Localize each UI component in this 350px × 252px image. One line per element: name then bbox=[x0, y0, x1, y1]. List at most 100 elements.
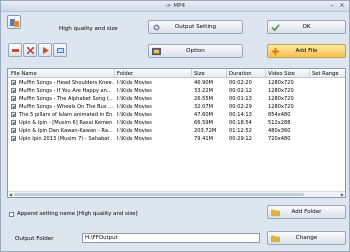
table-row[interactable]: Muffin Songs - The Alphabet Song (... I:\… bbox=[8, 95, 345, 103]
preview-tool-button[interactable] bbox=[53, 43, 67, 57]
remove-tool-button[interactable] bbox=[8, 43, 22, 57]
cell-folder: I:\Kids Movies bbox=[117, 112, 152, 118]
row-checkbox[interactable] bbox=[11, 96, 16, 101]
output-folder-label: Output Folder bbox=[15, 236, 54, 242]
cell-video-size: 1280x720 bbox=[268, 104, 294, 110]
row-checkbox[interactable] bbox=[11, 136, 16, 141]
cell-video-size: 1280x720 bbox=[268, 96, 294, 102]
window-title: -> MP4 bbox=[164, 3, 186, 9]
output-setting-button[interactable]: Output Setting bbox=[148, 20, 243, 34]
quality-label: High quality and size bbox=[59, 26, 118, 32]
horizontal-scrollbar[interactable]: ◀ ▶ bbox=[8, 191, 345, 197]
cell-folder: I:\Kids Movies bbox=[117, 80, 152, 86]
col-file-name[interactable]: File Name bbox=[11, 71, 37, 77]
scroll-right-icon[interactable]: ▶ bbox=[341, 192, 344, 197]
cell-size: 66.59M bbox=[194, 120, 213, 126]
cell-duration: 00:14:13 bbox=[229, 112, 252, 118]
preview-icon bbox=[57, 48, 64, 53]
remove-icon bbox=[12, 49, 19, 52]
cell-size: 33.22M bbox=[194, 88, 213, 94]
cell-duration: 00:02:20 bbox=[229, 80, 252, 86]
cell-video-size: 1280x720 bbox=[268, 88, 294, 94]
change-label: Change bbox=[295, 235, 318, 241]
cell-duration: 00:18:54 bbox=[229, 120, 252, 126]
cell-file-name: The 5 pillars of Islam animated in En... bbox=[19, 112, 113, 118]
cell-folder: I:\Kids Movies bbox=[117, 128, 152, 134]
play-tool-button[interactable] bbox=[38, 43, 52, 57]
minimize-icon[interactable]: – bbox=[328, 2, 336, 10]
option-label: Option bbox=[186, 48, 205, 54]
table-row[interactable]: Upin Ipin 2013 (Musim 7) - Sahabat ... I:… bbox=[8, 135, 345, 143]
clear-tool-button[interactable] bbox=[23, 43, 37, 57]
col-duration[interactable]: Duration bbox=[229, 71, 252, 77]
table-row[interactable]: Upin & Ipin Dan Kawan-Kawan - Ra... I:\Ki… bbox=[8, 127, 345, 135]
cell-folder: I:\Kids Movies bbox=[117, 96, 152, 102]
col-video-size[interactable]: Video Size bbox=[268, 71, 295, 77]
play-icon bbox=[43, 47, 49, 54]
row-checkbox[interactable] bbox=[11, 88, 16, 93]
cell-duration: 01:12:52 bbox=[229, 128, 252, 134]
add-file-button[interactable]: Add File bbox=[267, 44, 346, 58]
cell-video-size: 1280x720 bbox=[268, 80, 294, 86]
cell-size: 203.72M bbox=[194, 128, 217, 134]
row-checkbox[interactable] bbox=[11, 128, 16, 133]
cell-size: 46.90M bbox=[194, 80, 213, 86]
option-icon bbox=[152, 47, 161, 56]
row-checkbox[interactable] bbox=[11, 120, 16, 125]
col-size[interactable]: Size bbox=[194, 71, 205, 77]
folder-open-icon bbox=[271, 235, 280, 243]
checkbox-icon[interactable] bbox=[9, 211, 14, 217]
cell-size: 79.41M bbox=[194, 136, 213, 142]
cell-video-size: 720x480 bbox=[268, 136, 291, 142]
option-button[interactable]: Option bbox=[148, 44, 243, 58]
row-checkbox[interactable] bbox=[11, 80, 16, 85]
title-bar: -> MP4 – × bbox=[1, 1, 349, 12]
file-table: File Name Folder Size Duration Video Siz… bbox=[7, 68, 346, 198]
cell-video-size: 480x360 bbox=[268, 128, 291, 134]
table-header: File Name Folder Size Duration Video Siz… bbox=[8, 69, 345, 78]
cell-folder: I:\Kids Movies bbox=[117, 136, 152, 142]
cell-file-name: Upin & Ipin Dan Kawan-Kawan - Ra... bbox=[19, 128, 113, 134]
table-row[interactable]: Upin & Ipin - [Musim 6] Rasai Kemen... I:… bbox=[8, 119, 345, 127]
output-setting-label: Output Setting bbox=[174, 24, 217, 30]
close-icon[interactable]: × bbox=[338, 2, 346, 10]
append-setting-label: Append setting name [High quality and si… bbox=[17, 211, 138, 217]
cell-file-name: Upin Ipin 2013 (Musim 7) - Sahabat ... bbox=[19, 136, 113, 142]
change-button[interactable]: Change bbox=[267, 231, 346, 245]
output-format-icon[interactable] bbox=[7, 15, 21, 29]
table-row[interactable]: Muffin Songs - If You Are Happy an... I:\… bbox=[8, 87, 345, 95]
check-icon bbox=[271, 24, 280, 32]
cell-duration: 00:02:29 bbox=[229, 104, 252, 110]
cell-file-name: Muffin Songs - The Alphabet Song (... bbox=[19, 96, 113, 102]
row-checkbox[interactable] bbox=[11, 112, 16, 117]
settings-icon bbox=[153, 24, 160, 31]
table-row[interactable]: The 5 pillars of Islam animated in En...… bbox=[8, 111, 345, 119]
cell-file-name: Muffin Songs - Head Shoulders Knee... bbox=[19, 80, 113, 86]
cell-file-name: Muffin Songs - Wheels On The Bus ... bbox=[19, 104, 113, 110]
col-set-range[interactable]: Set Range bbox=[312, 71, 339, 77]
cell-duration: 00:02:12 bbox=[229, 88, 252, 94]
cell-duration: 00:01:13 bbox=[229, 96, 252, 102]
table-row[interactable]: Muffin Songs - Wheels On The Bus ... I:\K… bbox=[8, 103, 345, 111]
append-setting-checkbox[interactable]: Append setting name [High quality and si… bbox=[9, 211, 138, 217]
add-folder-label: Add Folder bbox=[291, 209, 322, 215]
main-window: -> MP4 – × High quality and size Output … bbox=[0, 0, 350, 252]
col-folder[interactable]: Folder bbox=[117, 71, 133, 77]
ok-label: OK bbox=[302, 24, 311, 30]
cell-size: 32.07M bbox=[194, 104, 213, 110]
cell-size: 47.60M bbox=[194, 112, 213, 118]
scroll-left-icon[interactable]: ◀ bbox=[9, 192, 12, 197]
row-checkbox[interactable] bbox=[11, 104, 16, 109]
scrollbar-thumb[interactable] bbox=[14, 193, 304, 196]
cell-duration: 00:29:12 bbox=[229, 136, 252, 142]
add-file-label: Add File bbox=[295, 48, 318, 54]
table-row[interactable]: Muffin Songs - Head Shoulders Knee... I:\… bbox=[8, 79, 345, 87]
folder-icon bbox=[271, 209, 280, 217]
cell-video-size: 854x480 bbox=[268, 112, 291, 118]
cell-size: 26.55M bbox=[194, 96, 213, 102]
add-folder-button[interactable]: Add Folder bbox=[267, 205, 346, 219]
ok-button[interactable]: OK bbox=[267, 20, 346, 34]
cell-file-name: Muffin Songs - If You Are Happy an... bbox=[19, 88, 112, 94]
output-folder-input[interactable]: H:\FFOutput bbox=[82, 233, 260, 243]
clear-icon bbox=[27, 47, 34, 54]
